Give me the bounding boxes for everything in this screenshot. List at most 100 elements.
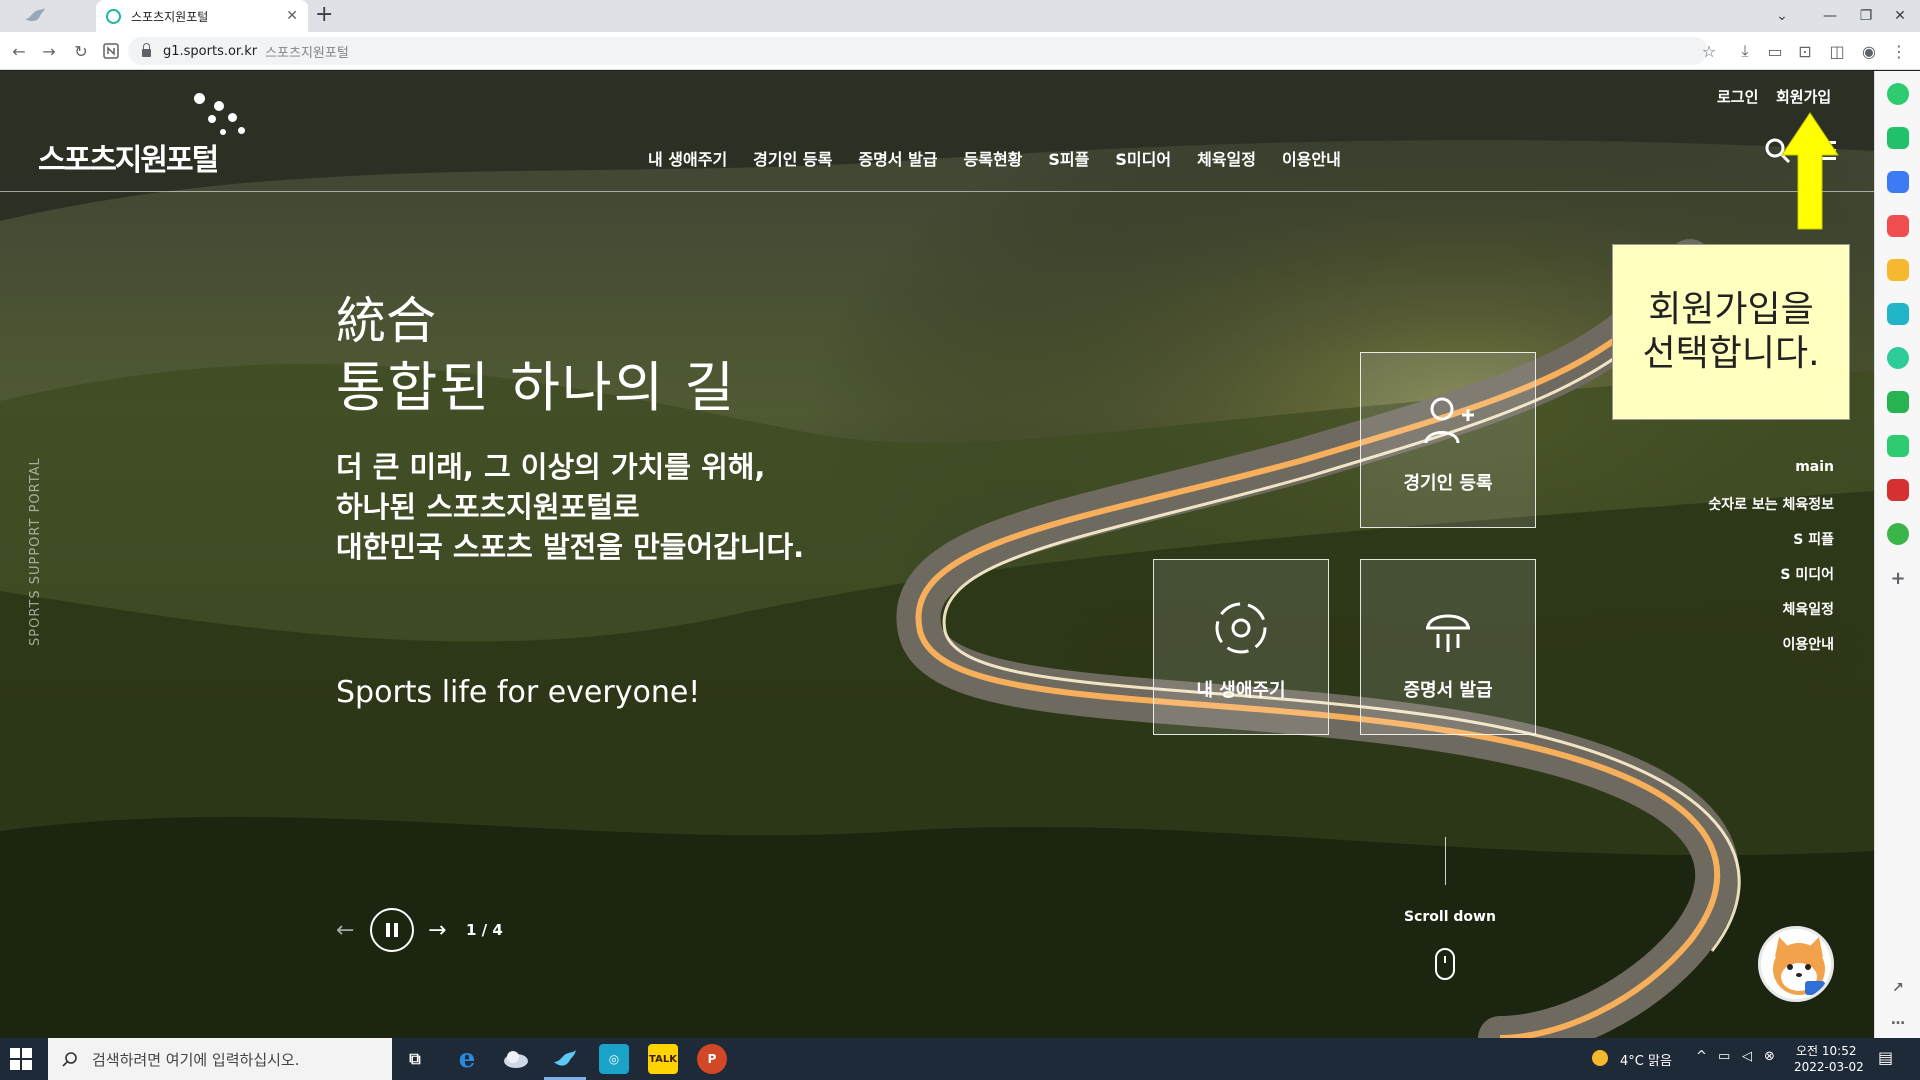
clock-date[interactable]: 2022-03-02	[1794, 1060, 1864, 1074]
gnb-item-certificate[interactable]: 증명서 발급	[858, 146, 937, 170]
login-link[interactable]: 로그인	[1717, 86, 1758, 107]
cast-icon[interactable]: ▭	[1764, 40, 1786, 62]
add-app-icon[interactable]: +	[1887, 567, 1909, 589]
forward-arrow-icon[interactable]: →	[38, 40, 60, 62]
instruction-line: 선택합니다.	[1642, 333, 1820, 374]
tab-search-chevron-icon[interactable]: ⌄	[1762, 0, 1802, 32]
clock-time[interactable]: 오전 10:52	[1796, 1042, 1856, 1059]
bird-icon	[25, 8, 45, 22]
slide-next-icon[interactable]: →	[428, 918, 458, 943]
chat-app-icon[interactable]	[1887, 127, 1909, 149]
slide-pager: 1 / 4	[466, 921, 503, 939]
reload-icon[interactable]: ↻	[70, 40, 92, 62]
more-options-icon[interactable]: …	[1887, 1009, 1909, 1031]
side-nav-item-speople[interactable]: S 피플	[1708, 529, 1834, 564]
slide-pause-button[interactable]	[370, 908, 414, 952]
line-app-icon[interactable]	[1887, 435, 1909, 457]
new-tab-button[interactable]: +	[315, 2, 333, 27]
gnb-item-speople[interactable]: S피플	[1048, 146, 1089, 170]
ime-icon[interactable]: ⊗	[1764, 1049, 1775, 1064]
gnb-item-life-cycle[interactable]: 내 생애주기	[648, 146, 727, 170]
more-menu-icon[interactable]: ⋮	[1888, 40, 1910, 62]
back-arrow-icon[interactable]: ←	[8, 40, 30, 62]
browser-sidebar: + ↗ …	[1874, 71, 1920, 1038]
volume-icon[interactable]: ◁	[1742, 1049, 1752, 1064]
life-cycle-card[interactable]: 내 생애주기	[1153, 559, 1329, 735]
gnb-item-smedia[interactable]: S미디어	[1115, 146, 1171, 170]
talk-app-icon[interactable]	[1887, 391, 1909, 413]
edge-app-icon[interactable]	[1887, 303, 1909, 325]
header-divider	[0, 191, 1874, 192]
n-extension-icon[interactable]	[100, 40, 122, 62]
section-side-nav: main 숫자로 보는 체육정보 S 피플 S 미디어 체육일정 이용안내	[1708, 459, 1834, 669]
hero-title: 통합된 하나의 길	[336, 356, 737, 419]
bookmark-star-icon[interactable]: ☆	[1698, 40, 1720, 62]
gnb-item-sports-schedule[interactable]: 체육일정	[1197, 146, 1256, 170]
cloud-app-icon[interactable]	[501, 1044, 531, 1074]
hero-background-image	[0, 71, 1874, 1038]
yellow-arrow-icon	[1781, 112, 1839, 230]
signup-link[interactable]: 회원가입	[1776, 86, 1831, 107]
lock-icon	[142, 43, 151, 57]
instruction-line: 회원가입을	[1648, 289, 1814, 330]
profile-icon[interactable]: ◉	[1858, 40, 1880, 62]
task-view-icon[interactable]: ⧉	[400, 1044, 430, 1074]
side-nav-item-stats[interactable]: 숫자로 보는 체육정보	[1708, 494, 1834, 529]
address-bar[interactable]: g1.sports.or.kr 스포츠지원포털	[128, 37, 1708, 65]
sidebar-toggle-icon[interactable]: ◫	[1826, 40, 1848, 62]
logo-text: 스포츠지원포털	[38, 143, 219, 178]
minimize-button[interactable]: —	[1810, 0, 1850, 32]
close-window-button[interactable]: ✕	[1880, 0, 1920, 32]
external-link-icon[interactable]: ↗	[1887, 977, 1909, 999]
extension-icon[interactable]: ⊡	[1794, 40, 1816, 62]
life-cycle-label: 내 생애주기	[1196, 680, 1286, 701]
side-nav-item-smedia[interactable]: S 미디어	[1708, 564, 1834, 599]
gnb-item-athlete-register[interactable]: 경기인 등록	[753, 146, 832, 170]
blue-app-icon[interactable]: ◎	[599, 1044, 629, 1074]
calendar-app-icon[interactable]	[1887, 171, 1909, 193]
taskbar-search-placeholder: 검색하려면 여기에 입력하십시오.	[92, 1050, 300, 1069]
notification-icon[interactable]: ▤	[1878, 1048, 1893, 1067]
play-app-icon[interactable]	[1887, 347, 1909, 369]
gnb-item-registration-status[interactable]: 등록현황	[964, 146, 1023, 170]
side-nav-item-schedule[interactable]: 체육일정	[1708, 599, 1834, 634]
slide-prev-icon[interactable]: ←	[336, 918, 366, 943]
chatbot-button[interactable]	[1758, 926, 1834, 1002]
hero-desc-line: 더 큰 미래, 그 이상의 가치를 위해,	[336, 450, 766, 484]
athlete-register-card[interactable]: 경기인 등록	[1360, 352, 1536, 528]
kakaotalk-icon[interactable]: TALK	[648, 1044, 678, 1074]
map-pin-app-icon[interactable]	[1887, 523, 1909, 545]
tray-chevron-icon[interactable]: ^	[1696, 1049, 1707, 1064]
swift-app-icon[interactable]	[550, 1044, 580, 1074]
news-app-icon[interactable]	[1887, 479, 1909, 501]
gnb-item-guide[interactable]: 이용안내	[1282, 146, 1341, 170]
url-host: g1.sports.or.kr	[163, 43, 258, 59]
weather-sun-icon[interactable]	[1592, 1050, 1608, 1066]
taskbar-search-box[interactable]: 검색하려면 여기에 입력하십시오.	[48, 1038, 392, 1080]
favorites-app-icon[interactable]	[1887, 259, 1909, 281]
internet-explorer-icon[interactable]: e	[452, 1044, 482, 1074]
tab-sports-portal[interactable]: 스포츠지원포털 ✕	[96, 0, 308, 32]
green-circle-app-icon[interactable]	[1887, 83, 1909, 105]
certificate-card[interactable]: 증명서 발급	[1360, 559, 1536, 735]
pocket-app-icon[interactable]	[1887, 215, 1909, 237]
windows-start-icon[interactable]	[10, 1048, 32, 1070]
mouse-icon	[1435, 948, 1455, 980]
close-tab-icon[interactable]: ✕	[286, 8, 298, 24]
browser-toolbar: ← → ↻ g1.sports.or.kr 스포츠지원포털 ☆ ⤓ ▭ ⊡ ◫ …	[0, 32, 1920, 70]
instruction-note: 회원가입을 선택합니다.	[1612, 244, 1850, 420]
url-page-title: 스포츠지원포털	[265, 45, 349, 61]
search-icon	[62, 1052, 77, 1067]
certificate-label: 증명서 발급	[1403, 680, 1493, 701]
windows-taskbar: 검색하려면 여기에 입력하십시오. ⧉ e ◎ TALK P 4°C 맑음 ^ …	[0, 1038, 1920, 1080]
vertical-portal-label: SPORTS SUPPORT PORTAL	[28, 457, 43, 646]
download-icon[interactable]: ⤓	[1734, 40, 1756, 62]
add-user-icon	[1424, 397, 1474, 444]
network-icon[interactable]: ▭	[1718, 1049, 1730, 1064]
side-nav-item-main[interactable]: main	[1708, 459, 1834, 494]
site-logo[interactable]: 스포츠지원포털	[38, 93, 248, 183]
side-nav-item-guide[interactable]: 이용안내	[1708, 634, 1834, 669]
powerpoint-icon[interactable]: P	[697, 1044, 727, 1074]
previous-tab[interactable]	[0, 0, 96, 32]
weather-text[interactable]: 4°C 맑음	[1620, 1050, 1672, 1069]
